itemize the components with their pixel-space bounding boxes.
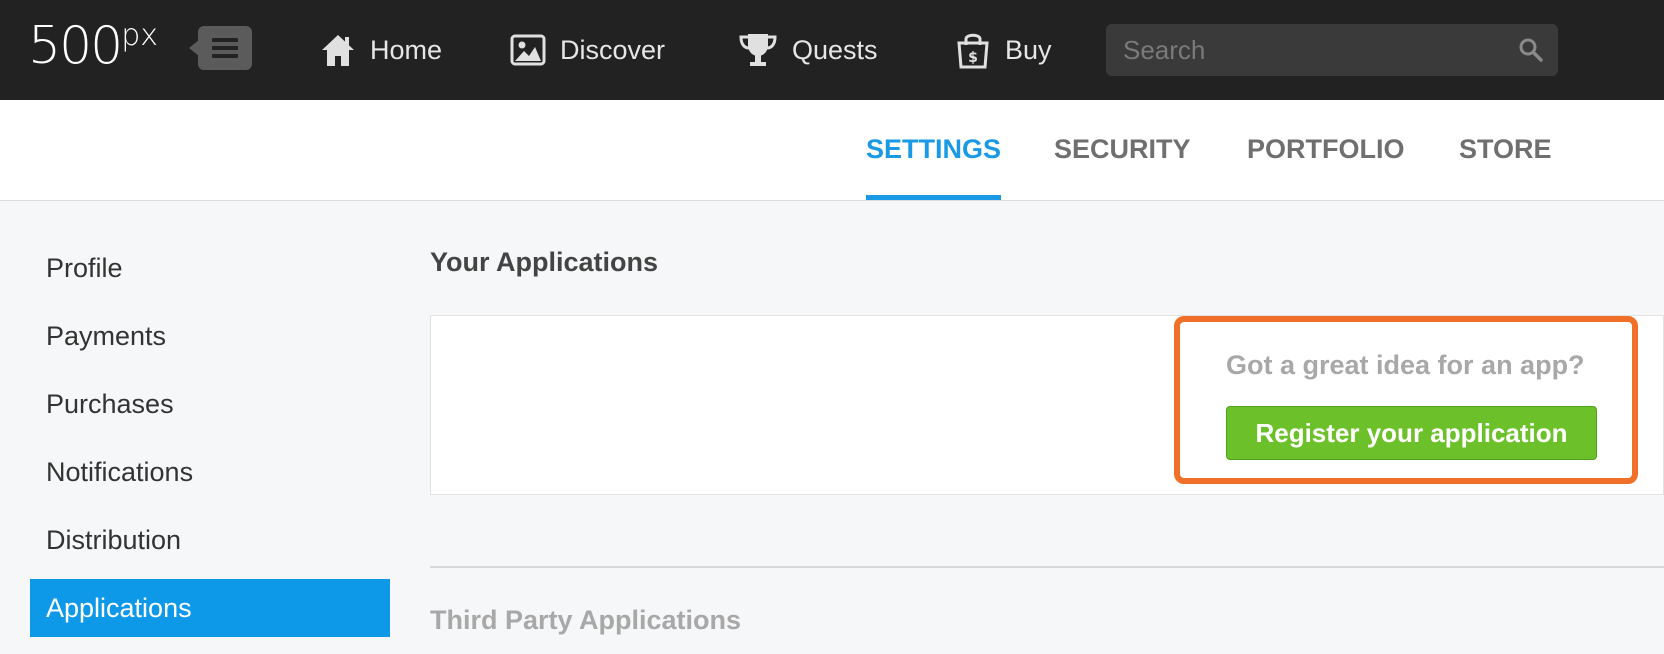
nav-buy[interactable]: $ Buy [955, 25, 1052, 75]
sidebar-item-distribution[interactable]: Distribution [30, 511, 390, 569]
search-input[interactable] [1106, 24, 1506, 76]
svg-text:$: $ [968, 50, 978, 66]
sidebar-item-purchases[interactable]: Purchases [30, 375, 390, 433]
shopping-bag-icon: $ [957, 33, 989, 69]
third-party-applications-heading: Third Party Applications [430, 605, 742, 635]
tab-portfolio[interactable]: PORTFOLIO [1247, 100, 1405, 200]
sidebar-item-profile[interactable]: Profile [30, 239, 390, 297]
section-divider [430, 566, 1664, 568]
menu-toggle-button[interactable] [189, 26, 252, 70]
image-icon [510, 34, 546, 66]
menu-bar-icon [212, 54, 238, 58]
sidebar-item-notifications[interactable]: Notifications [30, 443, 390, 501]
nav-quests[interactable]: Quests [738, 25, 878, 75]
nav-discover[interactable]: Discover [510, 25, 665, 75]
tab-settings[interactable]: SETTINGS [866, 100, 1002, 200]
settings-tab-bar: SETTINGS SECURITY PORTFOLIO STORE [0, 100, 1664, 201]
menu-bar-icon [212, 38, 238, 42]
register-application-button[interactable]: Register your application [1226, 406, 1597, 460]
nav-buy-label: Buy [1005, 34, 1052, 65]
menu-bar-icon [212, 46, 238, 50]
app-idea-prompt: Got a great idea for an app? [1226, 350, 1585, 380]
tab-store[interactable]: STORE [1459, 100, 1552, 200]
sidebar-item-applications[interactable]: Applications [30, 579, 390, 637]
nav-home[interactable]: Home [320, 25, 442, 75]
logo-suffix-text: px [121, 18, 159, 53]
logo-main-text: 500 [28, 16, 123, 76]
your-applications-heading: Your Applications [430, 247, 659, 277]
search-box [1106, 24, 1558, 76]
tab-security[interactable]: SECURITY [1054, 100, 1191, 200]
500px-logo[interactable]: 500px [28, 18, 158, 74]
top-navigation-bar: 500px Home Discover Quests $ Buy Search [0, 0, 1664, 100]
nav-quests-label: Quests [792, 34, 878, 65]
trophy-icon [739, 34, 777, 66]
sidebar-item-payments[interactable]: Payments [30, 307, 390, 365]
search-icon[interactable] [1518, 37, 1544, 63]
home-icon [322, 35, 354, 66]
nav-discover-label: Discover [560, 34, 666, 65]
nav-home-label: Home [370, 34, 443, 65]
